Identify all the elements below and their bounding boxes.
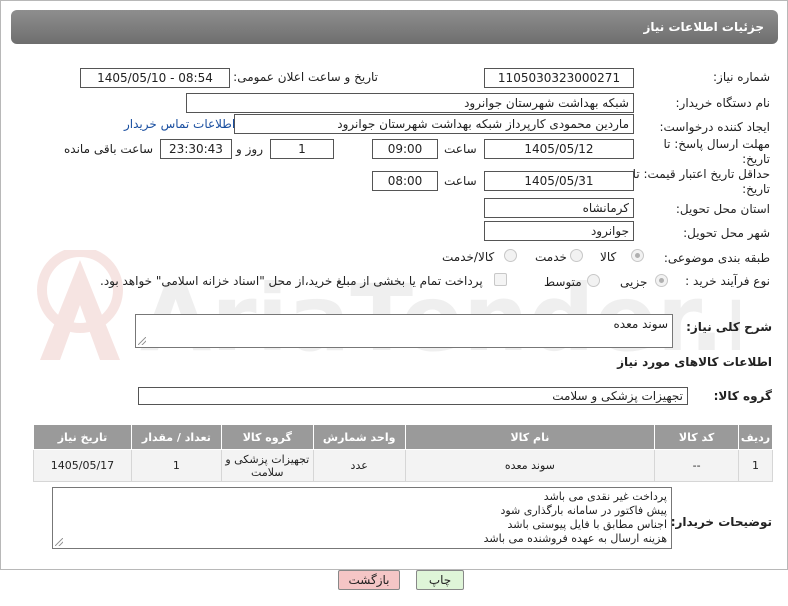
column-header-quantity: تعداد / مقدار: [130, 424, 222, 450]
page-title: جزئیات اطلاعات نیاز: [643, 20, 764, 34]
creator-label: ایجاد کننده درخواست:: [659, 120, 770, 134]
buyer-note-line: پیش فاکتور در سامانه بارگذاری شود: [500, 504, 667, 517]
category-option-goods-service: کالا/خدمت: [442, 250, 495, 264]
cell-date: 1405/05/17: [33, 449, 132, 482]
price-time-field: 08:00: [372, 171, 438, 191]
treasury-payment-note: پرداخت تمام یا بخشی از مبلغ خرید،از محل …: [100, 274, 483, 288]
category-option-service: خدمت: [535, 250, 567, 264]
column-header-code: کد کالا: [654, 424, 740, 450]
process-option-minor: جزیی: [620, 275, 648, 289]
column-header-name: نام کالا: [404, 424, 656, 450]
buyer-note-line: هزینه ارسال به عهده فروشنده می باشد: [483, 532, 667, 545]
column-header-group: گروه کالا: [220, 424, 314, 450]
column-header-unit: واحد شمارش: [312, 424, 406, 450]
province-field: کرمانشاه: [484, 198, 634, 218]
cell-group: تجهیزات پزشکی و سلامت: [220, 449, 314, 482]
cell-quantity: 1: [130, 449, 222, 482]
resize-grip-icon[interactable]: [138, 337, 146, 345]
days-field: 1: [270, 139, 334, 159]
category-option-goods: کالا: [600, 250, 617, 264]
city-label: شهر محل تحویل:: [683, 226, 770, 240]
remaining-label: ساعت باقی مانده: [64, 142, 154, 156]
buyer-note-line: پرداخت غیر نقدی می باشد: [543, 490, 667, 503]
deadline-date-field: 1405/05/12: [484, 139, 634, 159]
price-time-label: ساعت: [444, 174, 477, 188]
buyer-org-label: نام دستگاه خریدار:: [675, 96, 771, 110]
deadline-label: مهلت ارسال پاسخ: تا تاریخ:: [663, 137, 770, 166]
description-text: سوند معده: [613, 317, 668, 331]
deadline-time-field: 09:00: [372, 139, 438, 159]
price-validity-label: حداقل تاریخ اعتبار قیمت: تا تاریخ:: [632, 167, 770, 196]
cell-row: 1: [738, 449, 773, 482]
category-radio-goods-service[interactable]: [504, 249, 517, 262]
announce-field: 1405/05/10 - 08:54: [80, 68, 230, 88]
buyer-notes-textarea[interactable]: پرداخت غیر نقدی می باشد پیش فاکتور در سا…: [52, 487, 672, 549]
category-radio-goods[interactable]: [631, 249, 644, 262]
province-label: استان محل تحویل:: [675, 202, 770, 216]
goods-table: ردیف کد کالا نام کالا واحد شمارش گروه کا…: [33, 424, 773, 482]
price-date-field: 1405/05/31: [484, 171, 634, 191]
process-option-medium: متوسط: [544, 275, 582, 289]
goods-section-title: اطلاعات کالاهای مورد نیاز: [617, 355, 772, 369]
days-label: روز و: [236, 142, 263, 156]
city-field: جوانرود: [484, 221, 634, 241]
table-row: 1 -- سوند معده عدد تجهیزات پزشکی و سلامت…: [33, 449, 773, 482]
column-header-date: تاریخ نیاز: [33, 424, 132, 450]
treasury-payment-checkbox[interactable]: [494, 273, 507, 286]
need-number-label: شماره نیاز:: [713, 70, 770, 84]
page-header: جزئیات اطلاعات نیاز: [11, 10, 778, 44]
print-button[interactable]: چاپ: [416, 570, 464, 590]
description-label: شرح کلی نیاز:: [686, 320, 772, 334]
buyer-notes-label: توضیحات خریدار:: [670, 515, 772, 529]
goods-group-label: گروه کالا:: [713, 389, 772, 403]
process-label: نوع فرآیند خرید :: [685, 274, 770, 288]
description-textarea[interactable]: سوند معده: [135, 314, 673, 348]
cell-unit: عدد: [312, 449, 406, 482]
contact-buyer-link[interactable]: اطلاعات تماس خریدار: [124, 117, 235, 131]
deadline-time-label: ساعت: [444, 142, 477, 156]
process-radio-medium[interactable]: [587, 274, 600, 287]
category-radio-service[interactable]: [570, 249, 583, 262]
process-radio-minor[interactable]: [655, 274, 668, 287]
back-button[interactable]: بازگشت: [338, 570, 400, 590]
cell-code: --: [654, 449, 740, 482]
cell-name: سوند معده: [404, 449, 656, 482]
column-header-row: ردیف: [738, 424, 773, 450]
need-number-field: 1105030323000271: [484, 68, 634, 88]
goods-group-field: تجهیزات پزشکی و سلامت: [138, 387, 688, 405]
resize-grip-icon[interactable]: [55, 538, 63, 546]
announce-label: تاریخ و ساعت اعلان عمومی:: [233, 70, 378, 84]
category-label: طبقه بندی موضوعی:: [663, 251, 770, 265]
buyer-note-line: اجناس مطابق با فایل پیوستی باشد: [507, 518, 667, 531]
buyer-org-field: شبکه بهداشت شهرستان جوانرود: [186, 93, 634, 113]
creator-field: ماردین محمودی کارپرداز شبکه بهداشت شهرست…: [234, 114, 634, 134]
remaining-time-field: 23:30:43: [160, 139, 232, 159]
goods-table-header: ردیف کد کالا نام کالا واحد شمارش گروه کا…: [33, 424, 773, 450]
